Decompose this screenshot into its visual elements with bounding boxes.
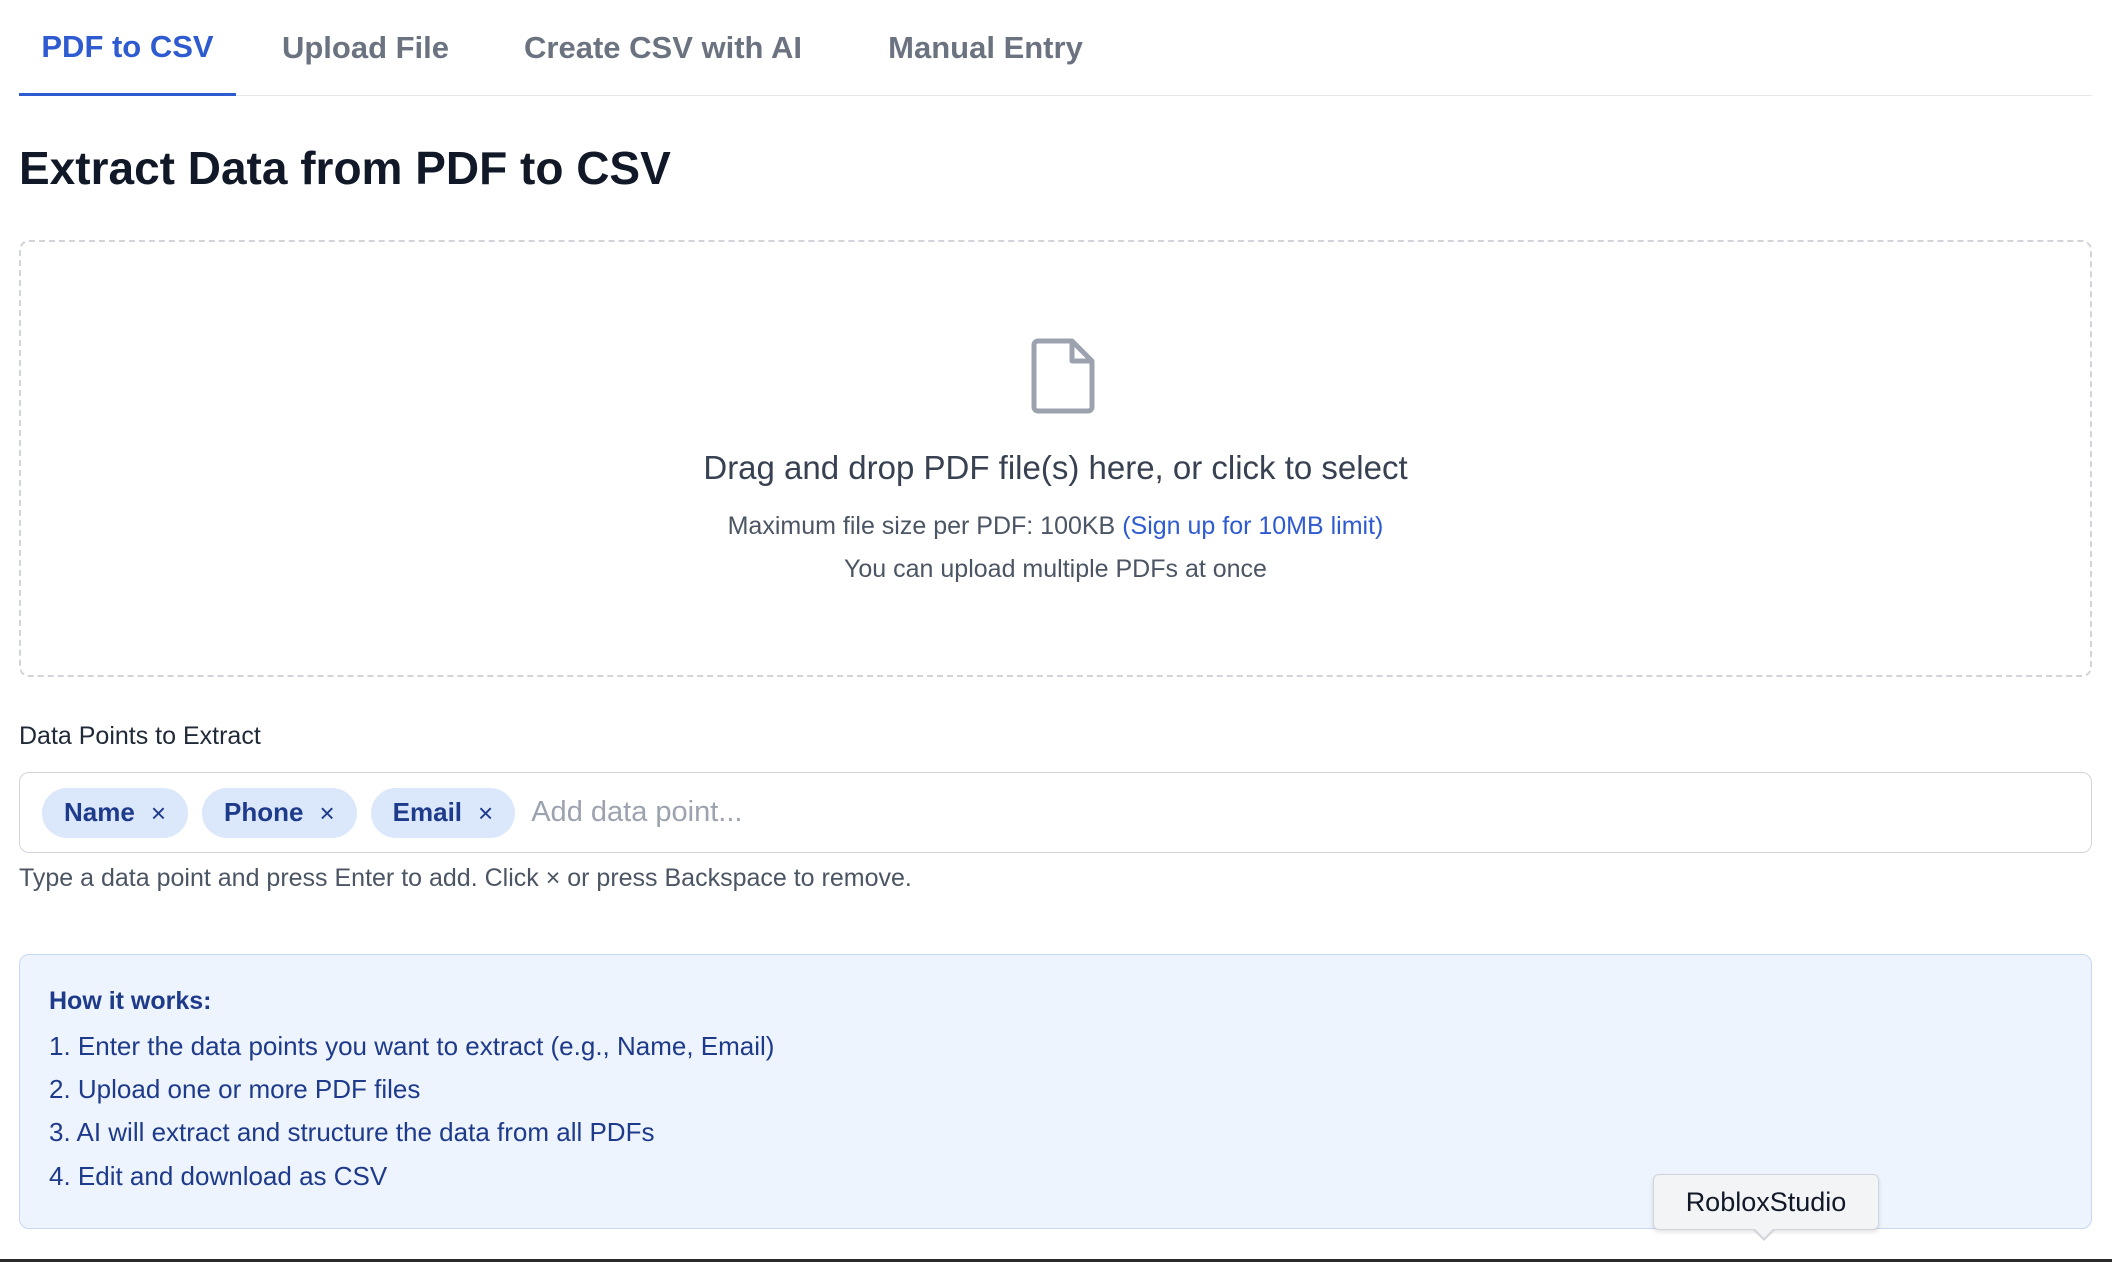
page: PDF to CSV Upload File Create CSV with A…	[0, 0, 2112, 1262]
tab-manual-entry[interactable]: Manual Entry	[874, 0, 1097, 96]
tab-bar: PDF to CSV Upload File Create CSV with A…	[19, 0, 2092, 96]
pdf-dropzone[interactable]: Drag and drop PDF file(s) here, or click…	[19, 240, 2092, 677]
dropzone-multi-text: You can upload multiple PDFs at once	[844, 555, 1267, 583]
how-it-works-title: How it works:	[49, 987, 212, 1015]
data-point-chip: Phone ×	[202, 787, 357, 838]
remove-chip-icon[interactable]: ×	[478, 800, 493, 826]
add-data-point-input[interactable]	[529, 782, 2091, 843]
tab-create-csv-with-ai[interactable]: Create CSV with AI	[513, 0, 813, 96]
data-points-tag-input[interactable]: Name × Phone × Email ×	[19, 772, 2092, 853]
tab-upload-file[interactable]: Upload File	[278, 0, 453, 96]
tooltip: RobloxStudio	[1653, 1174, 1879, 1230]
how-it-works-step: 2. Upload one or more PDF files	[49, 1074, 421, 1104]
chip-label: Name	[64, 797, 135, 827]
dropzone-size-text: Maximum file size per PDF: 100KB (Sign u…	[21, 512, 2090, 541]
remove-chip-icon[interactable]: ×	[319, 800, 334, 826]
remove-chip-icon[interactable]: ×	[151, 800, 166, 826]
data-points-help-text: Type a data point and press Enter to add…	[19, 864, 912, 892]
how-it-works-step: 4. Edit and download as CSV	[49, 1161, 388, 1191]
page-title: Extract Data from PDF to CSV	[19, 142, 671, 194]
dropzone-main-text: Drag and drop PDF file(s) here, or click…	[703, 449, 1408, 486]
data-point-chip: Name ×	[42, 787, 189, 838]
file-icon	[1031, 338, 1095, 414]
how-it-works-step: 1. Enter the data points you want to ext…	[49, 1031, 775, 1061]
how-it-works-step: 3. AI will extract and structure the dat…	[49, 1117, 655, 1147]
data-points-label: Data Points to Extract	[19, 722, 261, 750]
chip-label: Email	[392, 797, 463, 827]
tooltip-arrow-fill	[1754, 1228, 1774, 1238]
tab-pdf-to-csv[interactable]: PDF to CSV	[19, 0, 236, 96]
max-file-size-text: Maximum file size per PDF: 100KB	[727, 512, 1116, 540]
data-point-chip: Email ×	[370, 787, 516, 838]
chip-label: Phone	[224, 797, 304, 827]
signup-link[interactable]: (Sign up for 10MB limit)	[1122, 512, 1383, 540]
